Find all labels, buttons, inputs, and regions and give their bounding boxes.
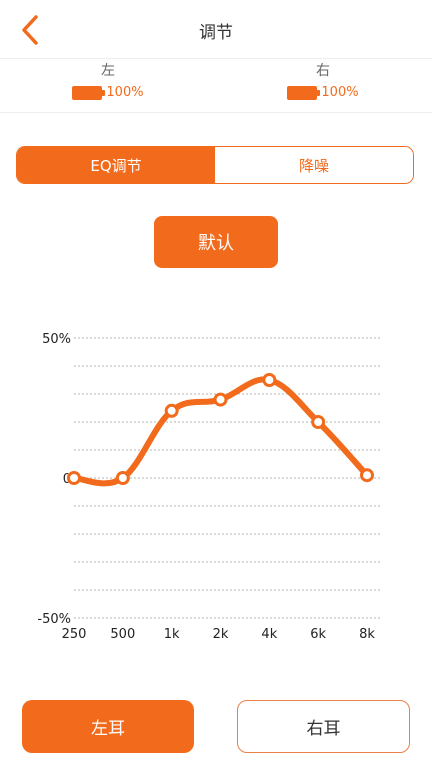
eq-point[interactable] <box>115 471 130 485</box>
eq-chart: 50%0-50%250 500 1k 2k 4k 6k 8k <box>37 332 380 642</box>
page-title: 调节 <box>199 23 233 43</box>
right-ear-button[interactable]: 右耳 <box>237 700 410 753</box>
default-button[interactable]: 默认 <box>154 216 278 268</box>
x-tick-label: 1k <box>164 627 180 642</box>
eq-point[interactable] <box>164 403 179 418</box>
header: 调节 <box>0 0 432 62</box>
battery-divider <box>0 112 432 113</box>
battery-right-icon <box>287 85 321 100</box>
x-tick-label: 8k <box>359 627 375 642</box>
battery-right: 右 100% <box>248 62 398 100</box>
tab-noise-reduction[interactable]: 降噪 <box>215 147 413 183</box>
y-tick-label: 50% <box>42 332 71 347</box>
battery-left: 左 100% <box>33 62 183 100</box>
battery-right-percent: 100% <box>321 85 359 100</box>
battery-right-label: 右 <box>316 63 330 79</box>
x-tick-label: 250 <box>62 627 87 642</box>
left-ear-button[interactable]: 左耳 <box>22 700 194 753</box>
battery-left-percent: 100% <box>106 85 144 100</box>
x-tick-label: 2k <box>213 627 229 642</box>
battery-left-label: 左 <box>101 63 115 79</box>
header-divider <box>0 58 432 59</box>
tab-eq[interactable]: EQ调节 <box>17 147 215 183</box>
eq-point[interactable] <box>262 373 277 387</box>
eq-point[interactable] <box>213 392 228 407</box>
y-tick-label: -50% <box>37 612 71 627</box>
eq-point[interactable] <box>311 415 326 429</box>
x-tick-label: 500 <box>110 627 135 642</box>
eq-point[interactable] <box>360 468 374 483</box>
mode-tabs: EQ调节 降噪 <box>16 146 414 184</box>
x-tick-label: 6k <box>310 627 326 642</box>
eq-point[interactable] <box>67 471 81 485</box>
x-tick-label: 4k <box>261 627 277 642</box>
battery-left-icon <box>72 85 106 100</box>
